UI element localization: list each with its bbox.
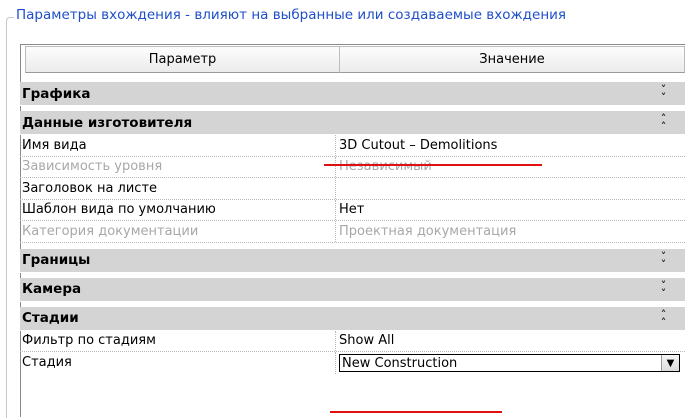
property-value-default-template[interactable]: Нет [336,200,685,221]
category-phasing[interactable]: Стадии ˄ ˄ [20,306,685,331]
header-param[interactable]: Параметр [25,46,340,73]
category-extents[interactable]: Границы ˅ ˅ [20,248,685,273]
chevron-double-down-icon[interactable]: ˅ ˅ [658,280,668,299]
category-camera[interactable]: Камера ˅ ˅ [20,277,685,302]
property-name: Фильтр по стадиям [20,330,336,351]
property-value-dependency: Независимый [339,159,432,175]
dropdown-arrow-icon[interactable]: ▼ [661,355,679,372]
property-row-dependency: Зависимость уровня Независимый [20,156,685,178]
chevron-double-down-icon[interactable]: ˅ ˅ [658,251,668,270]
property-name: Зависимость уровня [20,156,336,177]
chevron-double-down-icon[interactable]: ˅ ˅ [658,84,668,103]
property-value-view-name[interactable]: 3D Cutout – Demolitions [336,135,685,156]
highlight-underline-phase [330,411,502,413]
chevron-double-up-icon[interactable]: ˄ ˄ [658,113,668,132]
table-header: Параметр Значение [10,46,685,73]
category-label: Графика [22,85,91,102]
property-row-default-template[interactable]: Шаблон вида по умолчанию Нет [20,199,685,221]
category-label: Стадии [22,310,79,326]
property-value-title-on-sheet[interactable] [336,178,685,199]
property-name: Стадия [20,352,336,374]
property-row-phase[interactable]: Стадия New Construction ▼ [20,352,685,374]
property-value-phase-filter[interactable]: Show All [336,331,685,352]
property-name: Имя вида [20,135,336,156]
category-identity[interactable]: Данные изготовителя ˄ ˄ [20,111,685,135]
property-name: Категория документации [20,221,336,242]
property-row-doc-category: Категория документации Проектная докумен… [20,221,685,243]
property-row-phase-filter[interactable]: Фильтр по стадиям Show All [20,330,685,352]
groupbox-title: Параметры вхождения - влияют на выбранны… [14,7,569,23]
property-row-view-name[interactable]: Имя вида 3D Cutout – Demolitions [20,135,685,157]
category-label: Границы [22,252,91,268]
property-value-doc-category: Проектная документация [339,223,517,239]
phase-select-value: New Construction [342,355,458,371]
property-name: Шаблон вида по умолчанию [20,199,336,220]
category-label: Камера [22,281,82,297]
property-value-phase: New Construction ▼ [336,352,685,374]
highlight-underline-view-name [324,164,542,166]
chevron-double-up-icon[interactable]: ˄ ˄ [658,309,668,328]
category-graphics[interactable]: Графика ˅ ˅ [20,82,685,106]
property-row-title-on-sheet[interactable]: Заголовок на листе [20,178,685,200]
header-value[interactable]: Значение [340,46,685,73]
property-rows: Графика ˅ ˅ Данные изготовителя ˄ ˄ Имя ви… [20,82,685,374]
phase-select[interactable]: New Construction ▼ [339,354,680,373]
groupbox-frame [6,17,17,418]
category-label: Данные изготовителя [22,114,193,131]
property-name: Заголовок на листе [20,178,336,199]
